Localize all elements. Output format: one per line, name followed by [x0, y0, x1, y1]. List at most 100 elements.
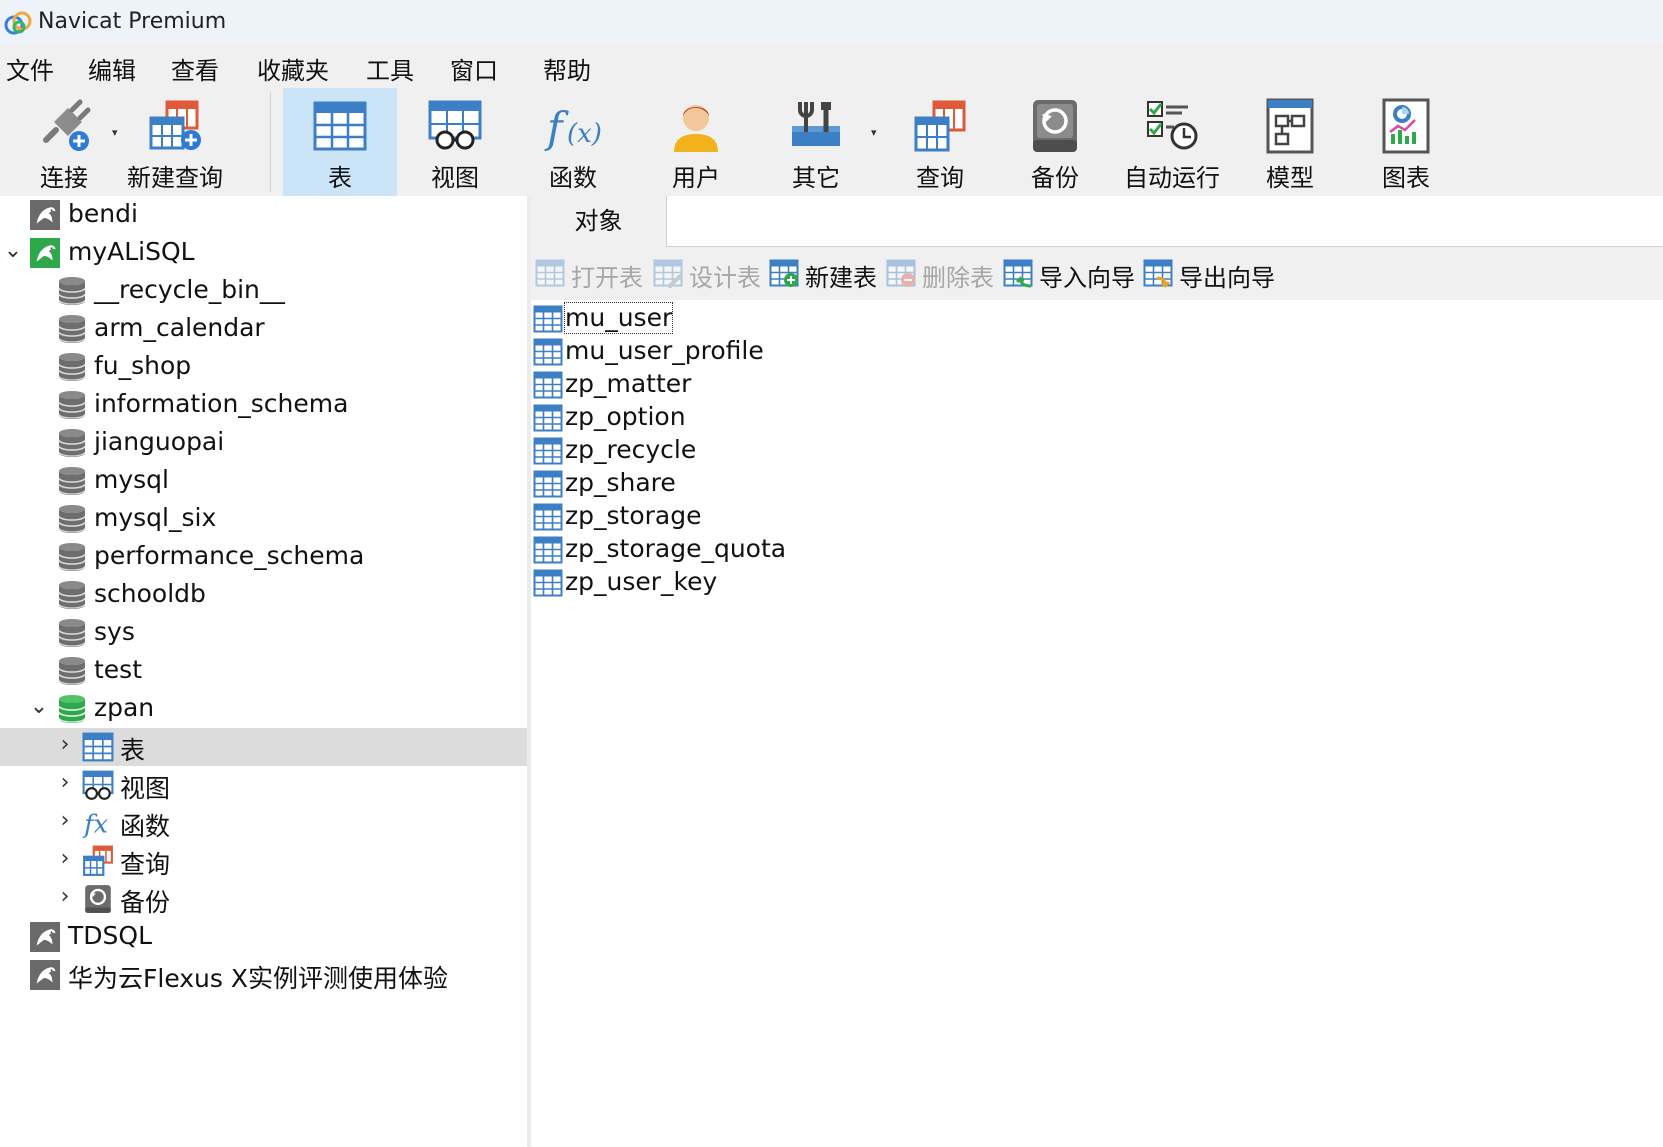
export-icon — [1143, 258, 1173, 288]
tree-item-connection[interactable]: ⌄ myALiSQL — [0, 234, 527, 272]
table-icon — [82, 731, 114, 763]
chevron-right-icon[interactable]: › — [54, 732, 76, 762]
backup-icon — [1033, 100, 1077, 152]
tree-item-views[interactable]: › 视图 — [0, 766, 527, 804]
table-row[interactable]: zp_user_key — [531, 566, 1131, 599]
database-icon — [56, 655, 88, 687]
connect-dropdown-icon[interactable]: ▾ — [112, 126, 118, 139]
database-icon — [56, 465, 88, 497]
other-dropdown-icon[interactable]: ▾ — [871, 126, 877, 139]
tab-objects[interactable]: 对象 — [531, 196, 667, 247]
chevron-right-icon[interactable]: › — [54, 884, 76, 914]
tree-item-database[interactable]: schooldb — [0, 576, 527, 614]
new-table-button[interactable]: 新建表 — [769, 255, 879, 292]
tree-item-tables[interactable]: › 表 — [0, 728, 527, 766]
design-table-button[interactable]: 设计表 — [653, 255, 763, 292]
query-icon — [82, 845, 114, 877]
object-toolbar: 打开表 设计表 新建表 删除表 导入向导 导出向导 — [531, 247, 1663, 300]
tree-item-label: bendi — [68, 199, 138, 228]
chevron-down-icon[interactable]: ⌄ — [28, 694, 50, 724]
tree-item-database[interactable]: arm_calendar — [0, 310, 527, 348]
tree-item-database-open[interactable]: ⌄ zpan — [0, 690, 527, 728]
chart-icon — [1382, 98, 1430, 154]
import-icon — [1003, 258, 1033, 288]
database-icon — [56, 541, 88, 573]
design-table-label: 设计表 — [689, 264, 761, 292]
new-query-button[interactable]: 新建查询 — [125, 88, 225, 196]
database-icon — [56, 351, 88, 383]
function-button[interactable]: f (x) 函数 — [519, 88, 627, 196]
menu-window[interactable]: 窗口 — [450, 51, 498, 86]
database-icon — [56, 275, 88, 307]
backup-button[interactable]: 备份 — [1001, 88, 1109, 196]
user-label: 用户 — [672, 164, 720, 192]
backup-label: 备份 — [1031, 164, 1079, 192]
menu-file[interactable]: 文件 — [6, 51, 54, 86]
chevron-down-icon[interactable]: ⌄ — [2, 238, 24, 268]
other-button[interactable]: 其它 — [762, 88, 870, 196]
open-table-icon — [535, 258, 565, 288]
table-row[interactable]: zp_option — [531, 401, 1131, 434]
table-name: zp_user_key — [565, 567, 718, 596]
user-button[interactable]: 用户 — [642, 88, 750, 196]
import-wizard-button[interactable]: 导入向导 — [1003, 255, 1139, 292]
tree-item-database[interactable]: mysql — [0, 462, 527, 500]
tree-item-label: jianguopai — [94, 427, 225, 456]
query-label: 查询 — [916, 164, 964, 192]
open-table-label: 打开表 — [571, 264, 643, 292]
table-name: zp_storage — [565, 501, 702, 530]
chart-button[interactable]: 图表 — [1352, 88, 1460, 196]
menu-help[interactable]: 帮助 — [543, 51, 591, 86]
table-row[interactable]: zp_share — [531, 467, 1131, 500]
chevron-right-icon[interactable]: › — [54, 808, 76, 838]
tree-item-database[interactable]: test — [0, 652, 527, 690]
tree-item-label: zpan — [94, 693, 155, 722]
function-icon: f (x) — [544, 103, 602, 152]
chevron-right-icon[interactable]: › — [54, 770, 76, 800]
tree-item-backups[interactable]: › 备份 — [0, 880, 527, 918]
menu-tools[interactable]: 工具 — [366, 51, 414, 86]
tree-item-database[interactable]: __recycle_bin__ — [0, 272, 527, 310]
tree-item-queries[interactable]: › 查询 — [0, 842, 527, 880]
tree-item-database[interactable]: mysql_six — [0, 500, 527, 538]
connect-button[interactable]: 连接 — [14, 88, 114, 196]
model-button[interactable]: 模型 — [1236, 88, 1344, 196]
svg-text:f: f — [544, 103, 569, 152]
database-icon — [56, 503, 88, 535]
delete-table-button[interactable]: 删除表 — [886, 255, 996, 292]
menu-favorites[interactable]: 收藏夹 — [257, 51, 329, 86]
tree-item-database[interactable]: sys — [0, 614, 527, 652]
menu-edit[interactable]: 编辑 — [88, 51, 136, 86]
tree-item-database[interactable]: fu_shop — [0, 348, 527, 386]
export-wizard-button[interactable]: 导出向导 — [1143, 255, 1279, 292]
chevron-right-icon[interactable]: › — [54, 846, 76, 876]
tree-item-functions[interactable]: › 函数 — [0, 804, 527, 842]
table-row[interactable]: mu_user — [531, 302, 1131, 335]
view-button[interactable]: 视图 — [401, 88, 509, 196]
table-button[interactable]: 表 — [283, 88, 397, 196]
function-icon — [82, 807, 114, 839]
tree-item-connection[interactable]: bendi — [0, 196, 527, 234]
svg-text:(x): (x) — [567, 119, 602, 149]
tree-item-connection[interactable]: 华为云Flexus X实例评测使用体验 — [0, 956, 527, 994]
table-row[interactable]: zp_recycle — [531, 434, 1131, 467]
automation-button[interactable]: 自动运行 — [1115, 88, 1229, 196]
tree-item-connection[interactable]: TDSQL — [0, 918, 527, 956]
export-wizard-label: 导出向导 — [1179, 264, 1275, 292]
table-row[interactable]: zp_storage_quota — [531, 533, 1131, 566]
plug-icon — [43, 99, 91, 151]
table-icon — [533, 469, 563, 499]
tree-item-label: 函数 — [120, 812, 171, 841]
database-icon — [56, 427, 88, 459]
table-row[interactable]: zp_storage — [531, 500, 1131, 533]
tree-item-database[interactable]: performance_schema — [0, 538, 527, 576]
tree-item-label: 华为云Flexus X实例评测使用体验 — [68, 964, 449, 993]
tree-item-database[interactable]: information_schema — [0, 386, 527, 424]
table-row[interactable]: mu_user_profile — [531, 335, 1131, 368]
menu-view[interactable]: 查看 — [171, 51, 219, 86]
open-table-button[interactable]: 打开表 — [535, 255, 645, 292]
tree-item-label: information_schema — [94, 389, 349, 418]
table-row[interactable]: zp_matter — [531, 368, 1131, 401]
query-button[interactable]: 查询 — [886, 88, 994, 196]
tree-item-database[interactable]: jianguopai — [0, 424, 527, 462]
